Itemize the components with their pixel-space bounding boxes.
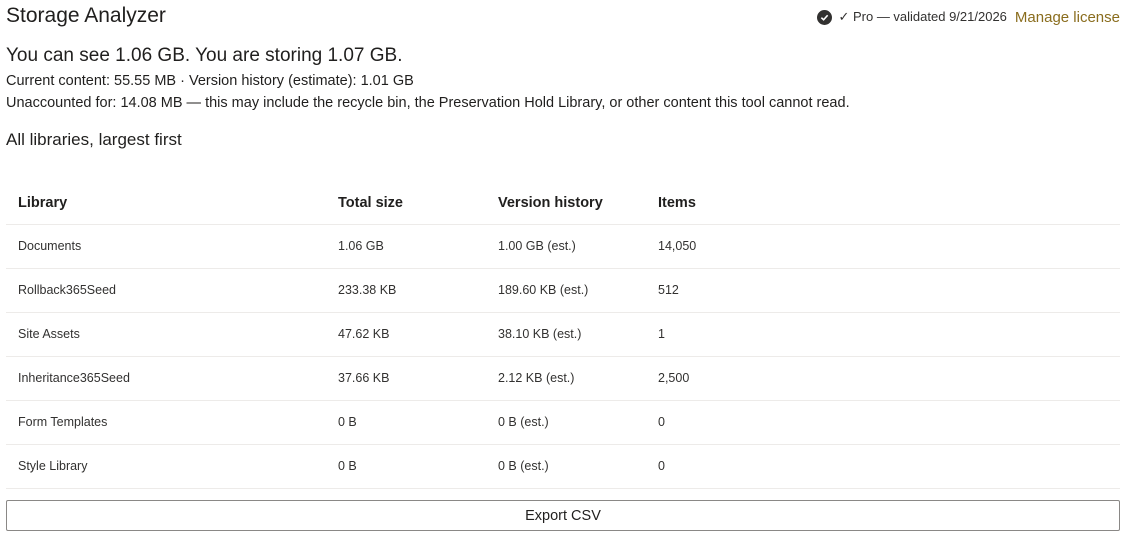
unaccounted-note: Unaccounted for: 14.08 MB — this may inc… (6, 95, 850, 111)
storage-summary: You can see 1.06 GB. You are storing 1.0… (6, 45, 403, 66)
check-circle-icon (817, 9, 833, 25)
license-info: ✓ Pro — validated 9/21/2026 Manage licen… (817, 6, 1120, 28)
library-name: Documents (18, 239, 82, 253)
table-row: Inheritance365Seed 37.66 KB 2.12 KB (est… (6, 357, 1120, 401)
libraries-table: Library Total size Version history Items… (6, 182, 1120, 489)
total-size: 233.38 KB (338, 283, 397, 297)
table-header: Library Total size Version history Items (6, 182, 1120, 225)
content-breakdown: Current content: 55.55 MB · Version hist… (6, 73, 414, 89)
item-count: 512 (658, 283, 679, 297)
manage-license-link[interactable]: Manage license (1015, 9, 1120, 26)
total-size: 0 B (338, 459, 357, 473)
library-name: Rollback365Seed (18, 283, 116, 297)
item-count: 14,050 (658, 239, 697, 253)
item-count: 1 (658, 327, 665, 341)
total-size: 0 B (338, 415, 357, 429)
item-count: 0 (658, 415, 665, 429)
total-size: 37.66 KB (338, 371, 390, 385)
version-history: 38.10 KB (est.) (498, 327, 582, 341)
total-size: 1.06 GB (338, 239, 384, 253)
table-row: Documents 1.06 GB 1.00 GB (est.) 14,050 (6, 225, 1120, 269)
column-header-items: Items (658, 195, 696, 211)
item-count: 2,500 (658, 371, 690, 385)
table-row: Form Templates 0 B 0 B (est.) 0 (6, 401, 1120, 445)
app-title: Storage Analyzer (6, 4, 166, 27)
library-name: Style Library (18, 459, 88, 473)
version-history: 1.00 GB (est.) (498, 239, 576, 253)
table-row: Style Library 0 B 0 B (est.) 0 (6, 445, 1120, 489)
version-history: 0 B (est.) (498, 415, 549, 429)
table-row: Rollback365Seed 233.38 KB 189.60 KB (est… (6, 269, 1120, 313)
section-title: All libraries, largest first (6, 130, 182, 149)
version-history: 0 B (est.) (498, 459, 549, 473)
license-status: ✓ Pro — validated 9/21/2026 (838, 9, 1007, 24)
column-header-total-size: Total size (338, 195, 403, 211)
column-header-version-history: Version history (498, 195, 603, 211)
item-count: 0 (658, 459, 665, 473)
version-history: 2.12 KB (est.) (498, 371, 575, 385)
library-name: Inheritance365Seed (18, 371, 130, 385)
table-row: Site Assets 47.62 KB 38.10 KB (est.) 1 (6, 313, 1120, 357)
column-header-library: Library (18, 195, 68, 211)
export-csv-button[interactable]: Export CSV (6, 500, 1120, 531)
total-size: 47.62 KB (338, 327, 390, 341)
header: Storage Analyzer ✓ Pro — validated 9/21/… (6, 3, 1120, 29)
library-name: Site Assets (18, 327, 80, 341)
version-history: 189.60 KB (est.) (498, 283, 589, 297)
library-name: Form Templates (18, 415, 108, 429)
